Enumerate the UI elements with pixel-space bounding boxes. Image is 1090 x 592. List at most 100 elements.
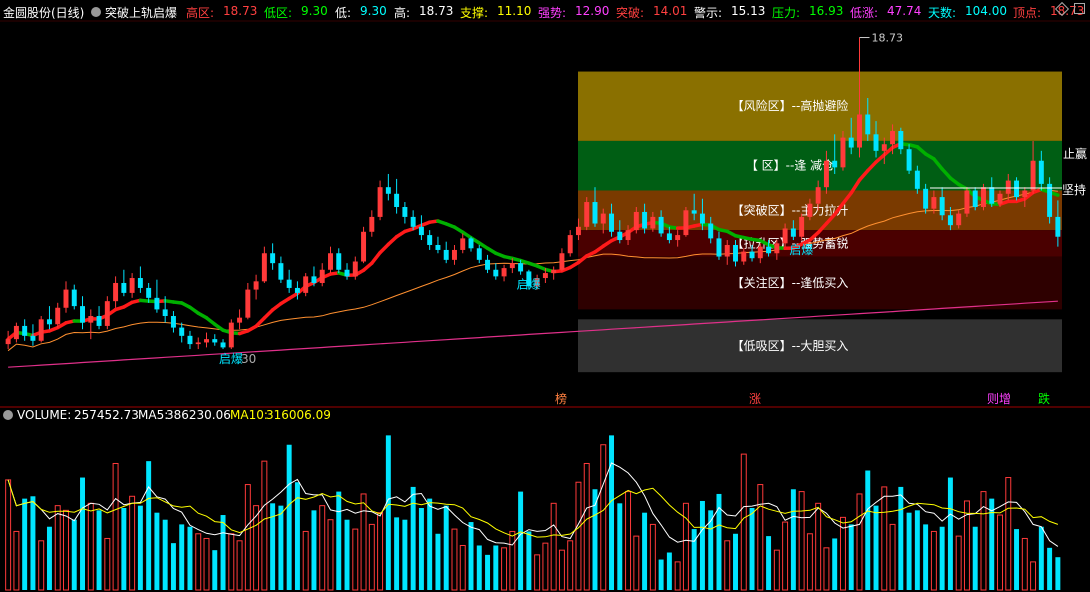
candle-body[interactable]	[418, 226, 424, 236]
candle-body[interactable]	[724, 244, 730, 257]
candle-body[interactable]	[716, 238, 722, 257]
volume-bar[interactable]	[766, 536, 772, 590]
volume-bar[interactable]	[898, 486, 904, 590]
candle-body[interactable]	[1047, 183, 1053, 217]
volume-bar[interactable]	[236, 540, 243, 591]
volume-bar[interactable]	[674, 561, 681, 591]
candle-body[interactable]	[857, 114, 862, 148]
volume-bar[interactable]	[402, 519, 408, 590]
volume-bar[interactable]	[129, 495, 136, 591]
volume-bar[interactable]	[658, 559, 664, 590]
volume-bar[interactable]	[642, 512, 648, 590]
volume-bar[interactable]	[385, 435, 391, 590]
candle-body[interactable]	[13, 325, 19, 340]
candle-body[interactable]	[286, 279, 292, 288]
candle-body[interactable]	[352, 261, 358, 277]
volume-bar[interactable]	[625, 491, 632, 591]
candle-body[interactable]	[270, 253, 276, 264]
candle-body[interactable]	[790, 228, 796, 237]
volume-bar[interactable]	[930, 530, 937, 591]
candle-body[interactable]	[80, 306, 86, 323]
volume-bar[interactable]	[13, 530, 20, 591]
candle-body[interactable]	[890, 131, 896, 145]
candle-body[interactable]	[1005, 180, 1011, 194]
volume-bar[interactable]	[451, 528, 458, 591]
volume-bar[interactable]	[30, 496, 36, 590]
volume-bar[interactable]	[336, 491, 342, 590]
volume-bar[interactable]	[740, 453, 747, 591]
candle-body[interactable]	[633, 211, 639, 231]
volume-bar[interactable]	[368, 523, 375, 591]
candle-body[interactable]	[179, 327, 185, 336]
candle-body[interactable]	[22, 325, 28, 336]
volume-bar[interactable]	[509, 530, 516, 591]
volume-bar[interactable]	[733, 533, 738, 590]
candle-body[interactable]	[303, 276, 309, 293]
volume-bar[interactable]	[46, 526, 52, 590]
volume-bar[interactable]	[212, 550, 218, 590]
volume-bar[interactable]	[146, 461, 152, 590]
candle-body[interactable]	[88, 316, 94, 323]
candle-body[interactable]	[121, 282, 127, 293]
volume-bar[interactable]	[220, 515, 226, 590]
volume-bar[interactable]	[947, 477, 953, 590]
candle-body[interactable]	[642, 211, 648, 229]
candle-body[interactable]	[402, 207, 408, 217]
candle-body[interactable]	[972, 190, 978, 207]
candle-body[interactable]	[435, 244, 441, 250]
candle-body[interactable]	[427, 235, 433, 245]
volume-bar[interactable]	[575, 481, 582, 591]
candle-body[interactable]	[336, 253, 342, 270]
candle-body[interactable]	[493, 269, 499, 277]
volume-bar[interactable]	[377, 512, 384, 591]
candle-body[interactable]	[567, 235, 573, 254]
candle-body[interactable]	[865, 114, 871, 135]
volume-bar[interactable]	[666, 552, 672, 590]
volume-bar[interactable]	[261, 460, 268, 591]
candle-body[interactable]	[708, 223, 714, 239]
candle-body[interactable]	[609, 213, 615, 232]
volume-bar[interactable]	[203, 537, 210, 591]
candle-body[interactable]	[212, 339, 218, 343]
candle-body[interactable]	[733, 244, 738, 262]
candle-body[interactable]	[38, 319, 44, 341]
volume-bar[interactable]	[162, 519, 168, 590]
volume-bar[interactable]	[518, 491, 524, 590]
volume-bar[interactable]	[501, 547, 508, 591]
candle-body[interactable]	[328, 253, 333, 270]
volume-bar[interactable]	[96, 510, 102, 590]
volume-bar[interactable]	[550, 502, 557, 591]
volume-bar[interactable]	[649, 523, 656, 591]
volume-bar[interactable]	[873, 505, 879, 590]
volume-bar[interactable]	[914, 510, 920, 590]
candle-body[interactable]	[71, 289, 77, 307]
candle-body[interactable]	[592, 202, 598, 224]
volume-bar[interactable]	[782, 521, 789, 591]
volume-bar[interactable]	[427, 498, 433, 590]
volume-bar[interactable]	[278, 505, 284, 590]
candle-body[interactable]	[187, 335, 193, 345]
candle-body[interactable]	[46, 319, 52, 325]
volume-bar[interactable]	[394, 517, 400, 590]
volume-bar[interactable]	[1047, 547, 1053, 590]
candle-body[interactable]	[137, 278, 143, 288]
volume-bar[interactable]	[121, 508, 127, 590]
candle-body[interactable]	[195, 342, 201, 345]
volume-bar[interactable]	[923, 524, 929, 590]
volume-bar[interactable]	[1021, 537, 1028, 591]
candle-body[interactable]	[650, 216, 656, 229]
candle-body[interactable]	[154, 297, 160, 310]
volume-bar[interactable]	[823, 547, 830, 591]
candle-body[interactable]	[600, 213, 606, 224]
volume-bar[interactable]	[228, 533, 235, 591]
volume-bar[interactable]	[972, 526, 978, 590]
volume-bar[interactable]	[80, 477, 86, 590]
volume-bar[interactable]	[286, 444, 292, 590]
candle-body[interactable]	[559, 253, 565, 270]
candle-body[interactable]	[551, 269, 557, 274]
candle-body[interactable]	[774, 243, 780, 254]
candle-body[interactable]	[361, 231, 367, 262]
candle-body[interactable]	[5, 339, 11, 345]
volume-bar[interactable]	[773, 549, 780, 591]
candle-body[interactable]	[625, 230, 631, 241]
